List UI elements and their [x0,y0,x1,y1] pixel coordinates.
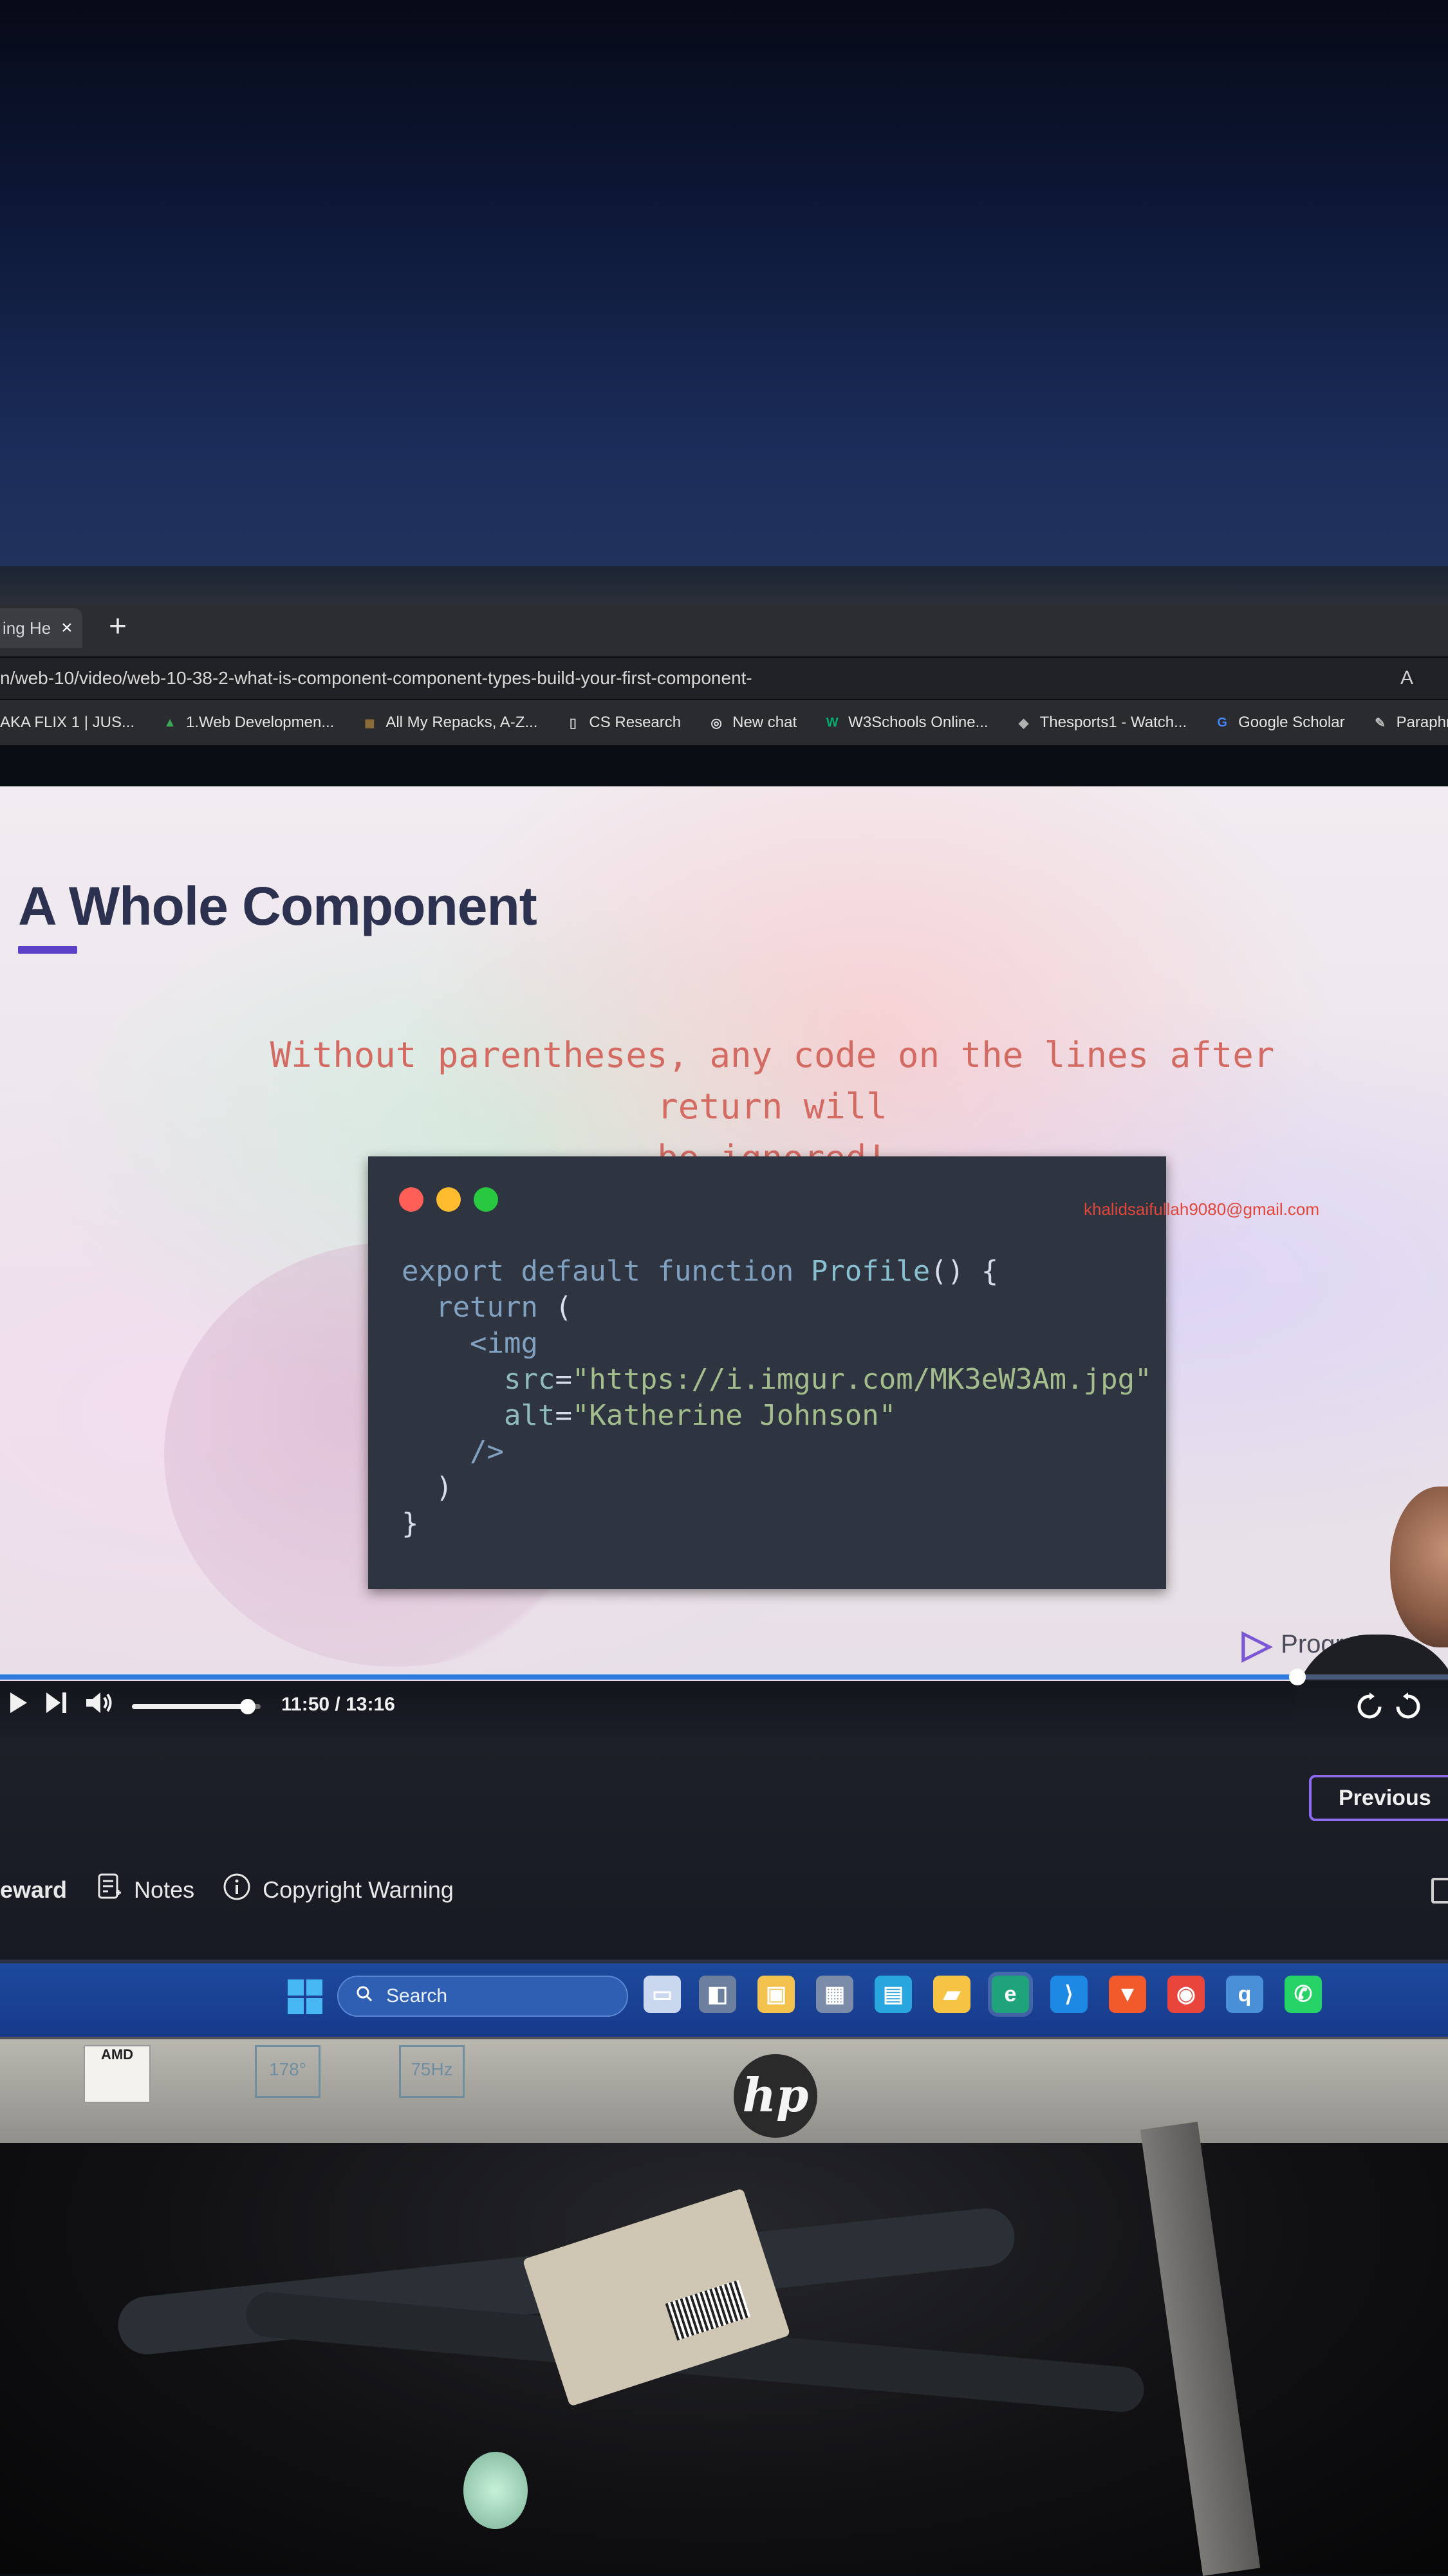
time-display: 11:50 / 13:16 [281,1694,395,1715]
replay-10-icon[interactable] [1355,1692,1384,1724]
code-line: return ( [435,1291,572,1324]
bookmark-item[interactable]: ◆ Thesports1 - Watch... [1014,713,1187,732]
video-controls [0,1681,1448,1739]
bookmark-label: Paraphras [1396,714,1448,731]
browser-tab-strip [0,605,1448,656]
code-line: alt="Katherine Johnson" [503,1399,896,1432]
close-icon[interactable]: × [61,617,73,639]
browser-tab[interactable]: ing He × [0,608,82,648]
task-view-icon[interactable]: ◧ [699,1976,736,2013]
slide-title: A Whole Component [18,876,537,936]
tab-title: ing He [3,618,51,638]
tab-reward[interactable]: eward [0,1876,67,1904]
volume-icon[interactable] [85,1691,113,1721]
code-line: export default function Profile() { [402,1255,999,1288]
volume-fill [132,1704,248,1709]
windows-start-icon[interactable] [288,1979,322,2014]
tab-reward-label: eward [0,1876,68,1903]
brave-icon[interactable]: ▼ [1109,1976,1146,2013]
store-icon[interactable]: ▣ [757,1976,795,2013]
notes-icon [98,1873,122,1906]
google-icon: G [1217,715,1227,730]
bookmark-item[interactable]: ✎ Paraphras [1371,713,1448,732]
viewing-angle-sticker: 178° [255,2045,320,2098]
new-tab-icon[interactable]: + [102,608,134,647]
code-line: } [402,1507,419,1540]
background-wall [0,0,1448,605]
whatsapp-icon[interactable]: ✆ [1285,1976,1322,2013]
chrome-icon[interactable]: ◉ [1167,1976,1205,2013]
reader-mode-icon[interactable]: A [1400,663,1413,694]
bookmark-label: 1.Web Developmen... [185,714,335,731]
bookmark-item[interactable]: AKA FLIX 1 | JUS... [0,714,135,732]
progress-handle[interactable] [1289,1669,1306,1685]
progress-fill [0,1674,1297,1680]
bookmark-item[interactable]: ◎ New chat [707,713,797,732]
code-block: export default function Profile() { retu… [402,1254,1152,1542]
bookmark-label: AKA FLIX 1 | JUS... [0,714,135,731]
code-line: ) [402,1471,453,1504]
previous-button[interactable]: Previous [1309,1775,1448,1821]
volume-handle[interactable] [240,1699,255,1714]
monitor-bezel-top [0,566,1448,605]
tab-notes[interactable]: Notes [98,1873,194,1906]
vscode-icon[interactable]: ⟩ [1050,1976,1088,2013]
file-explorer-widget-icon[interactable]: ▭ [644,1976,681,2013]
repack-icon: ◼ [364,716,375,730]
bookmark-item[interactable]: ◼ All My Repacks, A-Z... [360,713,537,732]
tab-copyright-warning[interactable]: Copyright Warning [223,1873,454,1907]
calculator-icon[interactable]: ▦ [816,1976,853,2013]
code-line: src="https://i.imgur.com/MK3eW3Am.jpg" [503,1363,1152,1396]
search-icon [355,1985,373,2008]
sports-icon: ◆ [1018,716,1029,730]
code-line: <img [469,1327,538,1360]
bookmarks-bar: AKA FLIX 1 | JUS... ▲ 1.Web Developmen... ◼… [0,700,1448,745]
lesson-tabs: eward Notes Copyright Warning [0,1873,454,1907]
address-bar-url[interactable]: n/web-10/video/web-10-38-2-what-is-compo… [0,663,752,694]
ferrite-bead [463,2452,528,2529]
bookmark-label: Thesports1 - Watch... [1039,714,1187,731]
tab-notes-label: Notes [134,1876,195,1903]
forward-10-icon[interactable] [1394,1692,1422,1724]
bookmark-label: All My Repacks, A-Z... [385,714,538,731]
folder-icon[interactable]: ▰ [933,1976,970,2013]
monitor-chin [0,2037,1448,2149]
brand-logo-icon: ▷ [1242,1622,1272,1665]
quill-icon: ✎ [1375,716,1386,730]
next-icon[interactable] [45,1691,68,1721]
window-close-dot-icon [399,1187,423,1212]
photos-icon[interactable]: ▤ [875,1976,912,2013]
slide-callout-line1: Without parentheses, any code on the lin… [270,1035,1275,1127]
hp-logo: hp [734,2054,817,2138]
lesson-page [0,1737,1448,1960]
slide-title-underline [18,946,77,954]
bookmark-item[interactable]: ▲ 1.Web Developmen... [160,713,334,732]
bookmark-label: W3Schools Online... [848,714,989,731]
window-maximize-dot-icon [474,1187,498,1212]
comment-icon[interactable] [1431,1878,1448,1904]
document-icon: ▯ [569,716,577,730]
google-drive-icon: ▲ [163,715,176,730]
play-icon[interactable] [9,1691,28,1721]
tab-copyright-warning-label: Copyright Warning [263,1876,454,1903]
chatgpt-icon: ◎ [710,716,722,730]
qbittorrent-icon[interactable]: q [1226,1976,1263,2013]
code-line: /> [469,1435,504,1468]
info-icon [223,1873,251,1907]
bookmark-label: CS Research [589,714,682,731]
email-watermark: khalidsaifullah9080@gmail.com [1084,1200,1320,1219]
bookmark-item[interactable]: ▯ CS Research [563,713,681,732]
w3schools-icon: W [826,715,839,730]
bookmark-item[interactable]: W W3Schools Online... [822,713,989,732]
bookmark-label: New chat [732,714,797,731]
taskbar-search[interactable]: Search [337,1976,628,2017]
amd-sticker: AMD [84,2045,151,2103]
window-minimize-dot-icon [436,1187,461,1212]
refresh-rate-sticker: 75Hz [399,2045,465,2098]
search-placeholder: Search [386,1985,448,2006]
edge-icon[interactable]: e [988,1972,1033,2017]
bookmark-label: Google Scholar [1238,714,1345,731]
bookmark-item[interactable]: G Google Scholar [1212,713,1344,732]
